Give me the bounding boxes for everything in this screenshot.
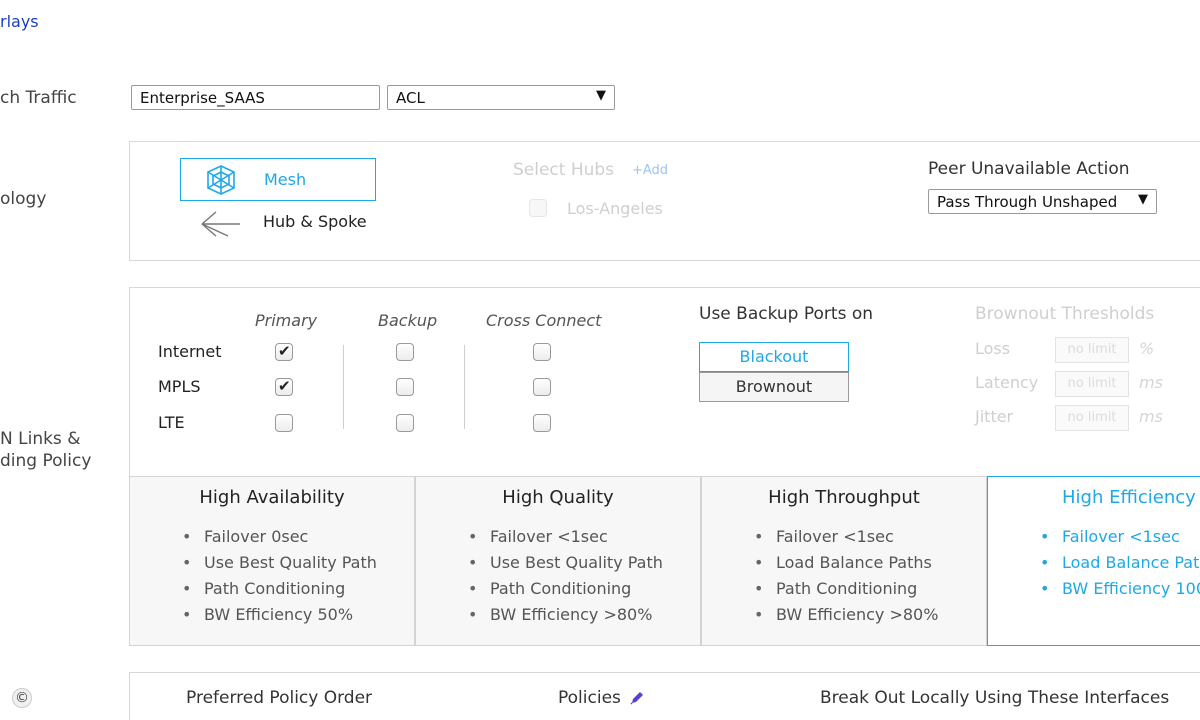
lte-cross-connect-checkbox[interactable] — [533, 414, 551, 432]
policy-card-high-availability[interactable]: High Availability Failover 0sec Use Best… — [129, 476, 415, 646]
threshold-latency-unit: ms — [1139, 373, 1163, 392]
wan-links-label-line1: N Links & — [0, 429, 81, 449]
match-type-value: ACL — [396, 89, 425, 107]
policy-feature: Failover <1sec — [750, 527, 938, 553]
internet-primary-checkbox[interactable]: ✔ — [275, 342, 293, 361]
column-divider — [343, 345, 344, 429]
mpls-primary-checkbox[interactable]: ✔ — [275, 377, 293, 396]
policy-feature-list: Failover 0sec Use Best Quality Path Path… — [178, 527, 377, 631]
topology-panel: Mesh Hub & Spoke Select Hubs +Add Los-An… — [129, 141, 1200, 261]
policy-feature-list: Failover <1sec Load Balance Path BW Effi… — [1036, 527, 1200, 605]
policy-feature: Use Best Quality Path — [178, 553, 377, 579]
policy-feature: Failover 0sec — [178, 527, 377, 553]
checkmark-icon: ✔ — [278, 342, 291, 360]
policy-title: High Quality — [502, 487, 614, 508]
lte-backup-checkbox[interactable] — [396, 414, 414, 432]
hub-spoke-arrows-icon — [198, 208, 244, 244]
select-hubs-label: Select Hubs — [513, 160, 615, 180]
internet-cross-connect-checkbox[interactable] — [533, 343, 551, 361]
policy-card-high-quality[interactable]: High Quality Failover <1sec Use Best Qua… — [415, 476, 701, 646]
match-name-input[interactable]: Enterprise_SAAS — [131, 85, 380, 110]
policy-feature: BW Efficiency 100 — [1036, 579, 1200, 605]
column-header-backup: Backup — [378, 311, 438, 330]
threshold-loss-input[interactable]: no limit — [1055, 337, 1129, 363]
mesh-globe-icon — [203, 164, 239, 200]
column-divider — [464, 345, 465, 429]
policy-title: High Efficiency — [1062, 487, 1196, 508]
mpls-cross-connect-checkbox[interactable] — [533, 378, 551, 396]
threshold-jitter-label: Jitter — [975, 407, 1014, 426]
threshold-jitter-unit: ms — [1139, 407, 1163, 426]
threshold-loss-label: Loss — [975, 339, 1011, 358]
policy-feature: Path Conditioning — [178, 579, 377, 605]
hub-option-label: Los-Angeles — [567, 199, 663, 218]
policies-label: Policies — [558, 688, 621, 708]
threshold-latency-input[interactable]: no limit — [1055, 371, 1129, 397]
dropdown-arrow-icon: ▼ — [1138, 192, 1148, 207]
policy-title: High Throughput — [768, 487, 920, 508]
topology-label: ology — [0, 189, 47, 209]
backup-ports-label: Use Backup Ports on — [699, 304, 874, 324]
policy-feature: Path Conditioning — [464, 579, 663, 605]
brownout-toggle[interactable]: Brownout — [699, 372, 849, 402]
policy-feature: Use Best Quality Path — [464, 553, 663, 579]
preferred-policy-order-label: Preferred Policy Order — [186, 688, 373, 708]
brownout-thresholds-label: Brownout Thresholds — [975, 304, 1155, 324]
mpls-backup-checkbox[interactable] — [396, 378, 414, 396]
policy-feature: BW Efficiency >80% — [750, 605, 938, 631]
link-name-mpls: MPLS — [158, 377, 201, 396]
hub-spoke-option[interactable]: Hub & Spoke — [263, 212, 367, 231]
link-name-lte: LTE — [158, 413, 185, 432]
checkmark-icon: ✔ — [278, 377, 291, 395]
peer-unavailable-value: Pass Through Unshaped — [937, 193, 1118, 211]
threshold-loss-unit: % — [1139, 339, 1155, 358]
policy-feature: BW Efficiency >80% — [464, 605, 663, 631]
policy-feature: Load Balance Paths — [750, 553, 938, 579]
internet-backup-checkbox[interactable] — [396, 343, 414, 361]
threshold-jitter-input[interactable]: no limit — [1055, 405, 1129, 431]
threshold-latency-label: Latency — [975, 373, 1039, 392]
wan-links-label-line2: ding Policy — [0, 451, 92, 471]
peer-unavailable-label: Peer Unavailable Action — [928, 159, 1130, 179]
peer-unavailable-select[interactable]: Pass Through Unshaped ▼ — [928, 189, 1157, 214]
policy-feature: Load Balance Path — [1036, 553, 1200, 579]
copyright-icon[interactable]: © — [12, 688, 32, 708]
policy-feature: Path Conditioning — [750, 579, 938, 605]
policy-card-high-throughput[interactable]: High Throughput Failover <1sec Load Bala… — [701, 476, 987, 646]
match-name-value: Enterprise_SAAS — [140, 89, 265, 107]
hub-checkbox-los-angeles[interactable] — [529, 199, 547, 217]
match-traffic-label: ch Traffic — [0, 88, 77, 108]
link-name-internet: Internet — [158, 342, 222, 361]
break-out-locally-label: Break Out Locally Using These Interfaces — [820, 688, 1170, 708]
policy-feature-list: Failover <1sec Use Best Quality Path Pat… — [464, 527, 663, 631]
column-header-primary: Primary — [255, 311, 318, 330]
add-hub-link[interactable]: +Add — [632, 163, 668, 178]
policy-feature-list: Failover <1sec Load Balance Paths Path C… — [750, 527, 938, 631]
mesh-label: Mesh — [264, 170, 307, 189]
pencil-icon[interactable] — [629, 690, 645, 710]
lte-primary-checkbox[interactable] — [275, 414, 293, 432]
policy-feature: Failover <1sec — [464, 527, 663, 553]
dropdown-arrow-icon: ▼ — [596, 88, 606, 103]
column-header-cross-connect: Cross Connect — [486, 311, 602, 330]
blackout-toggle[interactable]: Blackout — [699, 342, 849, 372]
policy-feature: BW Efficiency 50% — [178, 605, 377, 631]
policy-feature: Failover <1sec — [1036, 527, 1200, 553]
policy-card-high-efficiency[interactable]: High Efficiency Failover <1sec Load Bala… — [987, 476, 1200, 646]
overlays-link[interactable]: rlays — [0, 12, 39, 31]
policy-title: High Availability — [199, 487, 345, 508]
match-type-select[interactable]: ACL ▼ — [387, 85, 615, 110]
mesh-option[interactable]: Mesh — [180, 158, 376, 201]
